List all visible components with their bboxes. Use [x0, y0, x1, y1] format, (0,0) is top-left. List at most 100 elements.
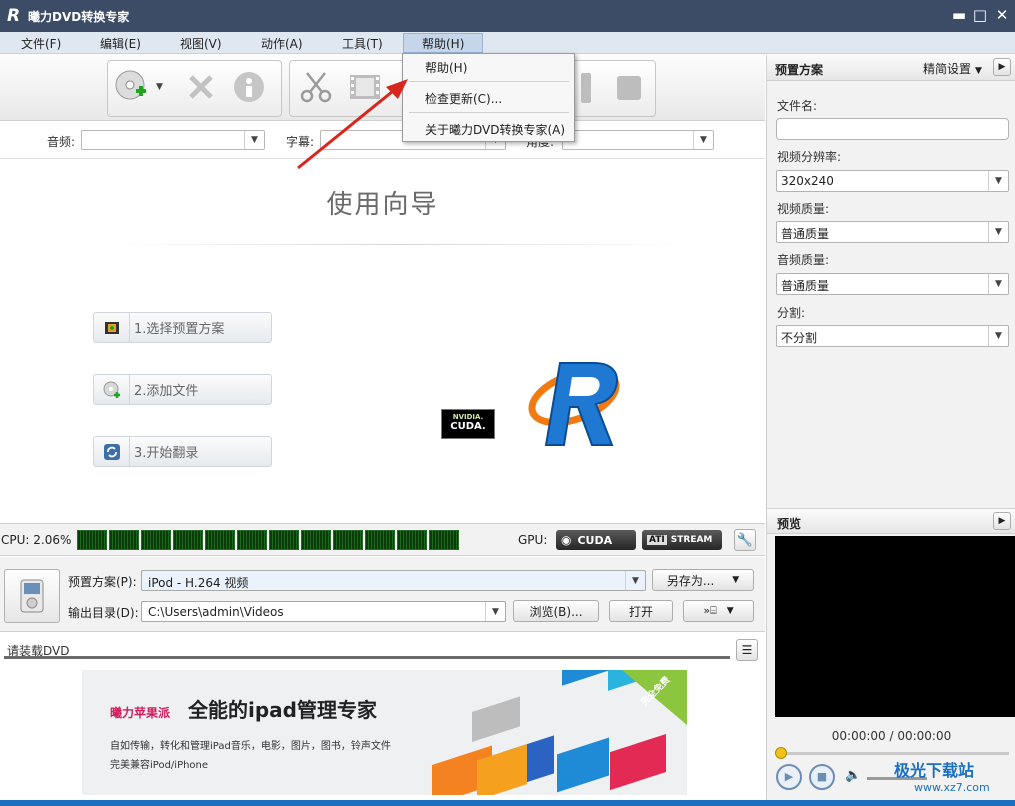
maximize-button[interactable]: □: [971, 6, 989, 24]
simple-mode-dropdown[interactable]: 精简设置 ▼: [923, 60, 982, 77]
cpu-core-meter: [77, 530, 107, 550]
video-quality-label: 视频质量:: [777, 202, 830, 216]
red-arrow-annotation: [297, 79, 408, 170]
audio-select[interactable]: ▼: [81, 130, 265, 150]
menu-bar: 文件(F) 编辑(E) 视图(V) 动作(A) 工具(T) 帮助(H): [0, 32, 1015, 54]
pause-icon[interactable]: [581, 73, 591, 103]
menu-separator: [409, 81, 569, 82]
output-dir-label: 输出目录(D):: [68, 606, 139, 620]
chevron-down-icon: ▼: [726, 606, 734, 616]
cpu-core-meter: [333, 530, 363, 550]
bottom-accent-strip: [0, 800, 1015, 806]
wizard-title: 使用向导: [326, 190, 439, 220]
filename-input[interactable]: [776, 118, 1009, 140]
filename-label: 文件名:: [777, 99, 818, 113]
preview-title: 预览: [777, 517, 802, 531]
ad-brand: 曦力苹果派: [110, 706, 171, 720]
delete-icon[interactable]: [183, 69, 219, 105]
after-done-button[interactable]: »⌸ ▼: [683, 600, 754, 622]
menu-item-about[interactable]: 关于曦力DVD转换专家(A): [425, 121, 565, 138]
info-icon[interactable]: [231, 69, 267, 105]
close-button[interactable]: ✕: [993, 6, 1011, 24]
output-dir-input[interactable]: C:\Users\admin\Videos ▼: [141, 601, 506, 622]
add-dvd-icon[interactable]: [114, 69, 150, 105]
resolution-label: 视频分辨率:: [777, 150, 842, 164]
preset-panel-title: 预置方案: [775, 63, 824, 77]
cpu-core-meter: [365, 530, 395, 550]
chevron-down-icon: ▼: [988, 326, 1008, 346]
split-label: 分割:: [777, 306, 806, 320]
app-logo-icon: R: [7, 6, 21, 26]
cpu-core-meter: [237, 530, 267, 550]
preset-panel-header: 预置方案 精简设置 ▼ ▶: [767, 55, 1015, 81]
ad-banner[interactable]: 曦力苹果派 全能的ipad管理专家 自如传输，转化和管理iPad音乐，电影，图片…: [82, 670, 687, 795]
add-dropdown-icon[interactable]: ▼: [156, 82, 163, 92]
cpu-core-meter: [141, 530, 171, 550]
choose-preset-button[interactable]: 1.选择预置方案: [93, 312, 272, 343]
start-rip-button[interactable]: 3.开始翻录: [93, 436, 272, 467]
fast-forward-icon: »⌸: [703, 604, 717, 617]
cpu-core-meter: [109, 530, 139, 550]
menu-item-check-update[interactable]: 检查更新(C)...: [425, 90, 502, 107]
menu-item-help[interactable]: 帮助(H): [425, 59, 467, 76]
menu-view[interactable]: 视图(V): [180, 35, 222, 52]
log-list-icon[interactable]: ☰: [736, 639, 758, 661]
device-ipod-icon[interactable]: [4, 569, 60, 623]
preview-time: 00:00:00 / 00:00:00: [831, 729, 952, 743]
save-as-button[interactable]: 另存为... ▼: [652, 569, 754, 591]
split-select[interactable]: 不分割 ▼: [776, 325, 1009, 347]
menu-separator: [409, 112, 569, 113]
cuda-toggle[interactable]: ◉ CUDA: [556, 530, 636, 550]
cpu-core-meter: [173, 530, 203, 550]
menu-file[interactable]: 文件(F): [21, 35, 61, 52]
nvidia-cuda-logo: NVIDIA. CUDA.: [441, 409, 495, 439]
menu-tools[interactable]: 工具(T): [342, 35, 383, 52]
menu-help[interactable]: 帮助(H): [422, 35, 464, 52]
brand-r-logo: [522, 355, 622, 450]
minimize-button[interactable]: ▬: [950, 6, 968, 24]
chevron-down-icon: ▼: [732, 575, 740, 585]
ati-stream-toggle[interactable]: ATI STREAM: [642, 530, 722, 550]
preset-select[interactable]: iPod - H.264 视频 ▼: [141, 570, 646, 591]
seek-bar[interactable]: [779, 752, 1009, 755]
nvidia-eye-icon: ◉: [561, 533, 572, 547]
chevron-down-icon: ▼: [988, 222, 1008, 242]
cpu-gpu-bar: CPU: 2.06% GPU: ◉ CUDA ATI STREAM 🔧: [0, 523, 765, 556]
angle-select[interactable]: ▼: [562, 130, 714, 150]
stop-icon[interactable]: [617, 76, 641, 100]
stop-playback-icon[interactable]: ■: [809, 764, 835, 790]
menu-edit[interactable]: 编辑(E): [100, 35, 141, 52]
title-bar: R 曦力DVD转换专家 ▬ □ ✕: [0, 0, 1015, 32]
play-icon[interactable]: ▶: [776, 764, 802, 790]
watermark-site: 极光下载站: [894, 761, 975, 780]
gpu-label: GPU:: [518, 533, 548, 547]
video-quality-select[interactable]: 普通质量 ▼: [776, 221, 1009, 243]
cpu-core-meter: [205, 530, 235, 550]
seek-handle[interactable]: [775, 747, 787, 759]
audio-quality-select[interactable]: 普通质量 ▼: [776, 273, 1009, 295]
audio-quality-label: 音频质量:: [777, 253, 830, 267]
volume-icon[interactable]: 🔈: [845, 768, 861, 783]
add-disc-icon: [94, 375, 130, 404]
chevron-down-icon: ▼: [975, 66, 982, 76]
right-panel: 预置方案 精简设置 ▼ ▶ 文件名: 视频分辨率: 320x240 ▼ 视频质量: …: [766, 55, 1015, 806]
watermark-url: www.xz7.com: [914, 781, 990, 794]
convert-icon: [94, 437, 130, 466]
cpu-core-meter: [429, 530, 459, 550]
browse-button[interactable]: 浏览(B)...: [513, 600, 599, 622]
audio-label: 音频:: [47, 135, 76, 149]
add-file-button[interactable]: 2.添加文件: [93, 374, 272, 405]
resolution-select[interactable]: 320x240 ▼: [776, 170, 1009, 192]
menu-action[interactable]: 动作(A): [261, 35, 303, 52]
wrench-icon[interactable]: 🔧: [734, 529, 756, 551]
cpu-core-meter: [269, 530, 299, 550]
open-button[interactable]: 打开: [609, 600, 673, 622]
ad-headline: 全能的ipad管理专家: [188, 698, 377, 722]
output-settings-panel: 预置方案(P): iPod - H.264 视频 ▼ 另存为... ▼ 输出目录(…: [0, 557, 765, 632]
cpu-core-meter: [301, 530, 331, 550]
chevron-down-icon: ▼: [625, 571, 645, 590]
expand-right-icon[interactable]: ▶: [993, 58, 1011, 76]
expand-right-icon[interactable]: ▶: [993, 512, 1011, 530]
preset-label: 预置方案(P):: [68, 575, 137, 589]
status-progress: [4, 656, 730, 659]
